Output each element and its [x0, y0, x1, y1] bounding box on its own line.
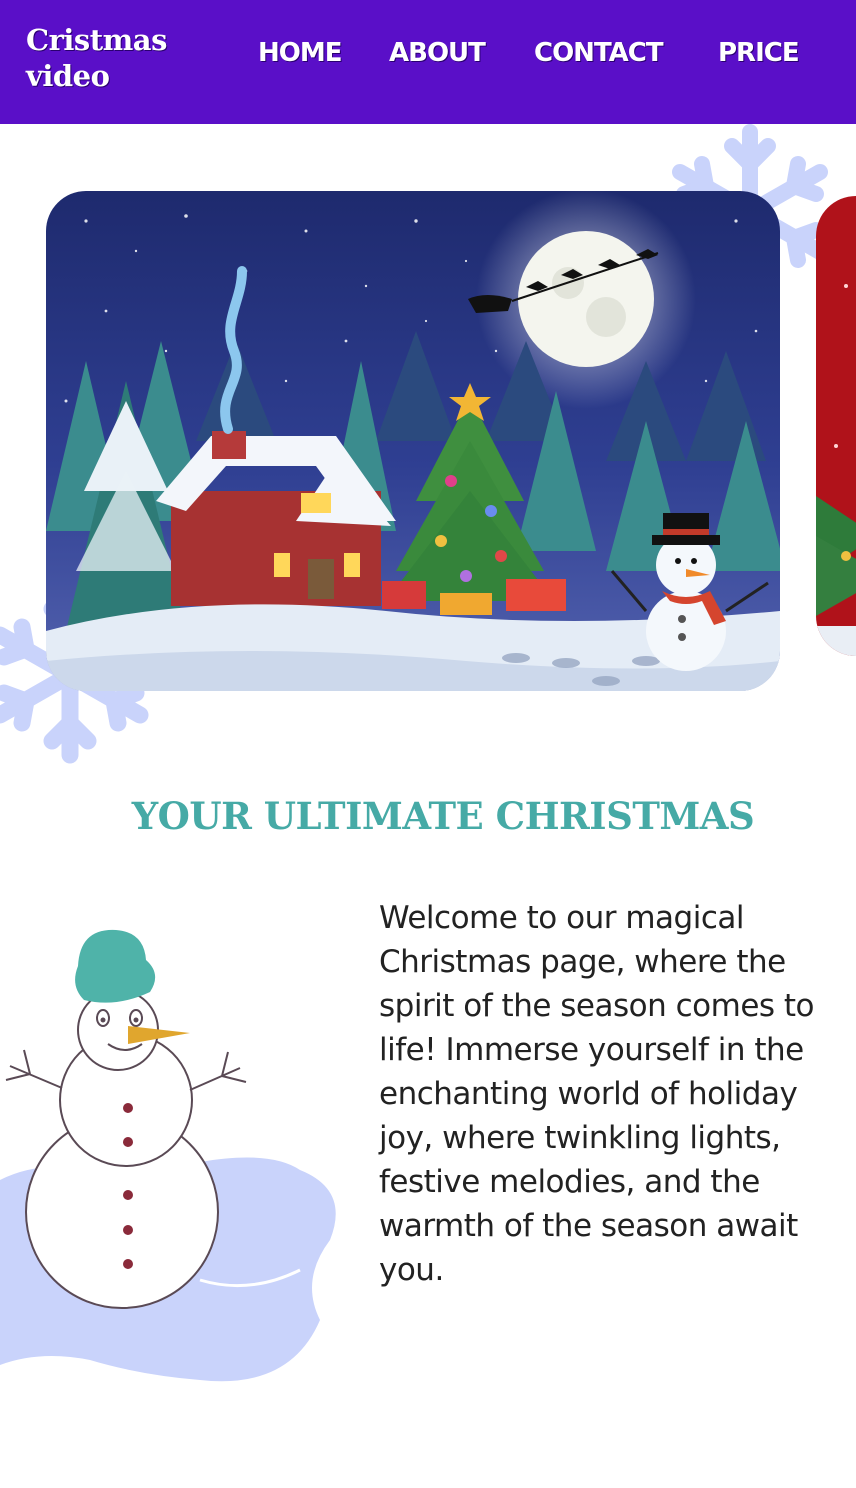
- top-navbar: Cristmas video HOME ABOUT CONTACT PRICE: [0, 0, 856, 124]
- nav-price[interactable]: PRICE: [718, 38, 800, 68]
- site-logo[interactable]: Cristmas video: [26, 22, 226, 94]
- nav-contact[interactable]: CONTACT: [534, 38, 664, 68]
- snowman-icon: [0, 929, 336, 1382]
- next-slide-preview[interactable]: [816, 196, 856, 656]
- nav-about[interactable]: ABOUT: [389, 38, 486, 68]
- hero-christmas-image[interactable]: [46, 191, 780, 691]
- welcome-text: Welcome to our magical Christmas page, w…: [379, 900, 815, 1288]
- section-title: YOUR ULTIMATE CHRISTMAS: [131, 794, 755, 838]
- nav-home[interactable]: HOME: [258, 38, 342, 68]
